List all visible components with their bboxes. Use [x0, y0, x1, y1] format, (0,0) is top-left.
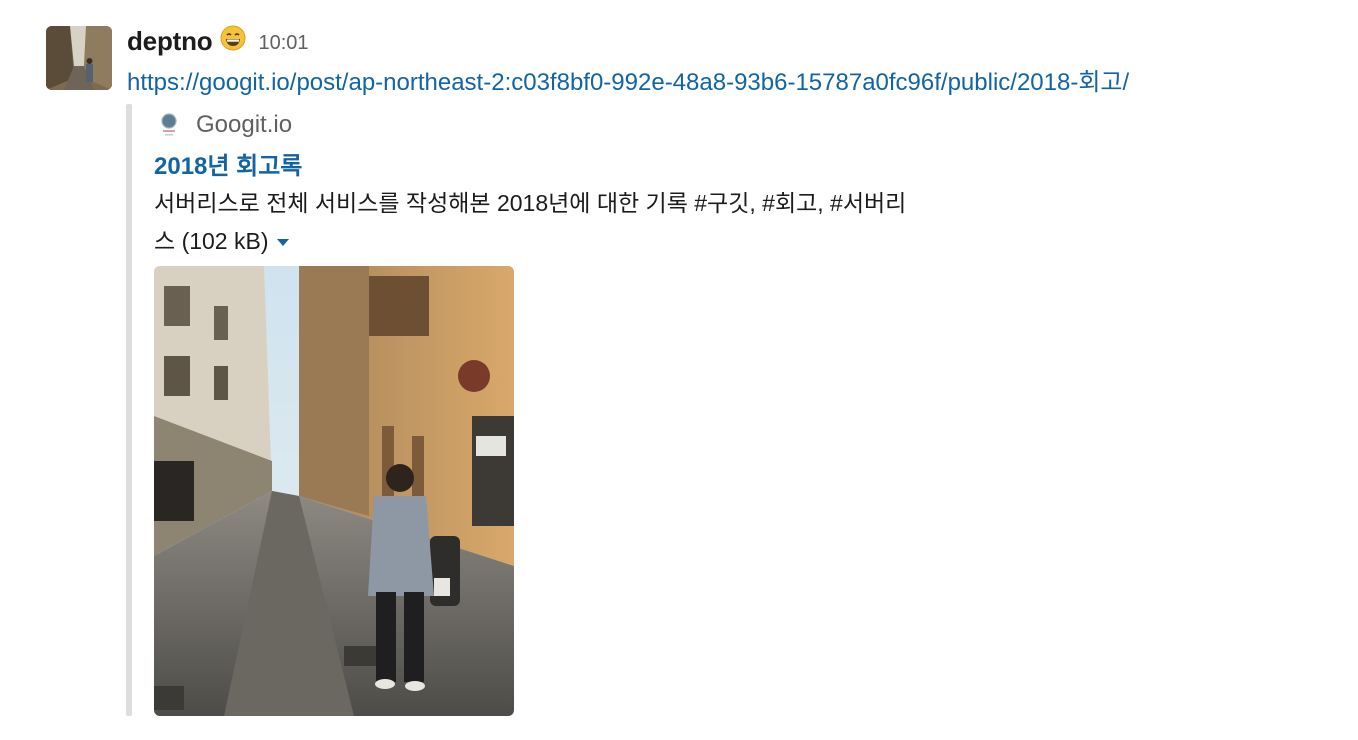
attachment-preview-image[interactable]	[154, 266, 514, 716]
attachment-service: Googit.io	[158, 108, 292, 142]
attachment-color-bar	[126, 104, 132, 716]
service-name: Googit.io	[196, 111, 293, 138]
user-avatar[interactable]	[46, 26, 112, 90]
message-header: deptno 10:01	[127, 24, 309, 58]
description-line-1: 서버리스로 전체 서비스를 작성해본 2018년에 대한 기록 #구깃, #회고…	[154, 190, 907, 216]
message: deptno 10:01 https://googit.io/post/ap-n…	[0, 0, 1358, 740]
description-line-2: 스 (102 kB)	[154, 222, 1004, 260]
file-size: (102 kB)	[181, 228, 269, 254]
message-timestamp[interactable]: 10:01	[258, 32, 308, 55]
message-link[interactable]: https://googit.io/post/ap-northeast-2:c0…	[127, 62, 1129, 97]
googit-favicon-icon	[158, 112, 180, 138]
attachment-title-link[interactable]: 2018년 회고록	[154, 146, 302, 181]
caret-down-icon[interactable]	[276, 239, 289, 246]
link-unfurl-attachment: Googit.io 2018년 회고록 서버리스로 전체 서비스를 작성해본 2…	[126, 104, 1026, 716]
description-continuation: 스	[154, 228, 176, 254]
grinning-face-icon	[220, 25, 246, 51]
attachment-description: 서버리스로 전체 서비스를 작성해본 2018년에 대한 기록 #구깃, #회고…	[154, 184, 1004, 260]
username[interactable]: deptno	[127, 26, 213, 57]
